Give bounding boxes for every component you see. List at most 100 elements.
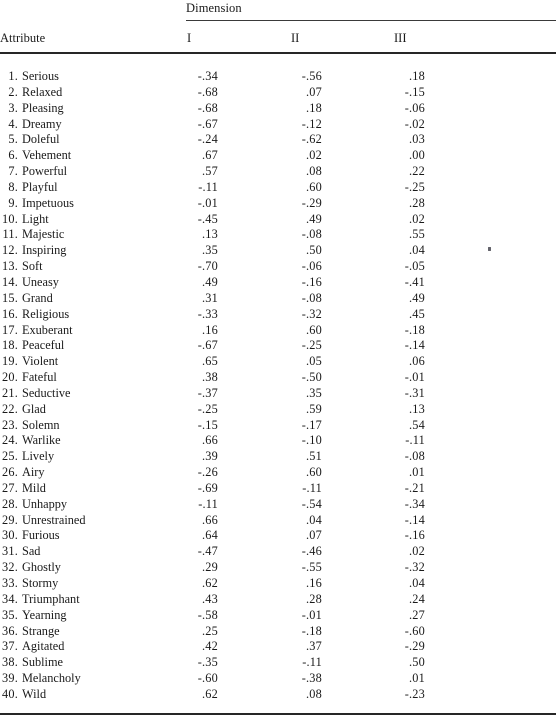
- loading-value-dim-3: .24: [409, 591, 425, 606]
- table-row: 9. Impetuous -.01 -.29 .28: [0, 196, 556, 212]
- loading-value-dim-3: .27: [409, 607, 425, 622]
- loading-value-dim-1: .25: [202, 623, 218, 638]
- loading-value-dim-1: -.67: [197, 338, 218, 353]
- loading-value-dim-1: .29: [202, 560, 218, 575]
- loading-value-dim-1: -.33: [197, 306, 218, 321]
- table-row: 21. Seductive -.37 .35 -.31: [0, 386, 556, 402]
- loading-value-dim-3: .01: [409, 465, 425, 480]
- loading-value-dim-1: -.24: [197, 132, 218, 147]
- table-row: 29. Unrestrained .66 .04 -.14: [0, 513, 556, 529]
- row-index: 39.: [2, 671, 18, 686]
- loading-value-dim-1: -.69: [197, 480, 218, 495]
- loading-value-dim-3: -.08: [404, 449, 425, 464]
- loading-value-dim-2: .05: [306, 354, 322, 369]
- loading-value-dim-1: -.47: [197, 544, 218, 559]
- loading-value-dim-3: .45: [409, 306, 425, 321]
- attribute-label: Uneasy: [22, 274, 59, 289]
- row-index: 30.: [2, 528, 18, 543]
- table-row: 1. Serious -.34 -.56 .18: [0, 69, 556, 85]
- loading-value-dim-1: .13: [202, 227, 218, 242]
- attribute-label: Majestic: [22, 227, 65, 242]
- table-row: 14. Uneasy .49 -.16 -.41: [0, 275, 556, 291]
- loading-value-dim-1: -.34: [197, 69, 218, 83]
- loading-value-dim-2: -.25: [301, 338, 322, 353]
- table-row: 26. Airy -.26 .60 .01: [0, 465, 556, 481]
- loading-value-dim-2: -.06: [301, 259, 322, 274]
- loading-value-dim-2: -.38: [301, 671, 322, 686]
- attribute-label: Solemn: [22, 417, 60, 432]
- attribute-label: Exuberant: [22, 322, 73, 337]
- table-row: 37. Agitated .42 .37 -.29: [0, 639, 556, 655]
- loading-value-dim-1: -.26: [197, 465, 218, 480]
- loading-value-dim-1: .42: [202, 639, 218, 654]
- loading-value-dim-1: -.68: [197, 84, 218, 99]
- loading-value-dim-3: .18: [409, 69, 425, 83]
- table-row: 19. Violent .65 .05 .06: [0, 354, 556, 370]
- attribute-label: Doleful: [22, 132, 60, 147]
- loading-value-dim-1: -.11: [198, 496, 218, 511]
- table-row: 20. Fateful .38 -.50 -.01: [0, 370, 556, 386]
- row-index: 6.: [8, 148, 18, 163]
- table-row: 36. Strange .25 -.18 -.60: [0, 624, 556, 640]
- loading-value-dim-1: .49: [202, 274, 218, 289]
- loading-value-dim-1: -.67: [197, 116, 218, 131]
- table-row: 17. Exuberant .16 .60 -.18: [0, 323, 556, 339]
- loading-value-dim-1: -.58: [197, 607, 218, 622]
- loading-value-dim-1: .39: [202, 449, 218, 464]
- table-row: 11. Majestic .13 -.08 .55: [0, 227, 556, 243]
- loading-value-dim-3: -.14: [404, 512, 425, 527]
- loading-value-dim-3: .00: [409, 148, 425, 163]
- row-index: 24.: [2, 433, 18, 448]
- loading-value-dim-3: .04: [409, 243, 425, 258]
- row-index: 29.: [2, 512, 18, 527]
- attribute-label: Violent: [22, 354, 59, 369]
- table-row: 24. Warlike .66 -.10 -.11: [0, 433, 556, 449]
- loading-value-dim-2: -.08: [301, 227, 322, 242]
- bottom-rule: [0, 713, 556, 715]
- loading-value-dim-1: -.68: [197, 100, 218, 115]
- row-index: 13.: [2, 259, 18, 274]
- loading-value-dim-2: .50: [306, 243, 322, 258]
- loading-value-dim-3: -.23: [404, 686, 425, 701]
- attribute-label: Unrestrained: [22, 512, 86, 527]
- loading-value-dim-2: .28: [306, 591, 322, 606]
- row-index: 38.: [2, 655, 18, 670]
- loading-value-dim-1: -.25: [197, 401, 218, 416]
- table-row: 31. Sad -.47 -.46 .02: [0, 544, 556, 560]
- table-row: 13. Soft -.70 -.06 -.05: [0, 259, 556, 275]
- row-index: 19.: [2, 354, 18, 369]
- row-index: 7.: [8, 164, 18, 179]
- row-index: 2.: [8, 84, 18, 99]
- row-index: 11.: [2, 227, 18, 242]
- loading-value-dim-2: .18: [306, 100, 322, 115]
- loading-value-dim-2: .60: [306, 322, 322, 337]
- loading-value-dim-2: -.56: [301, 69, 322, 83]
- attribute-label: Vehement: [22, 148, 72, 163]
- table-row: 25. Lively .39 .51 -.08: [0, 449, 556, 465]
- attribute-label: Serious: [22, 69, 59, 83]
- loading-value-dim-2: -.08: [301, 290, 322, 305]
- table-row: 40. Wild .62 .08 -.23: [0, 687, 556, 703]
- attribute-label: Unhappy: [22, 496, 68, 511]
- row-index: 26.: [2, 465, 18, 480]
- attribute-label: Warlike: [22, 433, 61, 448]
- loading-value-dim-2: -.16: [301, 274, 322, 289]
- loading-value-dim-3: -.14: [404, 338, 425, 353]
- loading-value-dim-2: .04: [306, 512, 322, 527]
- loading-value-dim-3: .50: [409, 655, 425, 670]
- loading-value-dim-2: -.01: [301, 607, 322, 622]
- loading-value-dim-1: -.35: [197, 655, 218, 670]
- loading-value-dim-3: -.01: [404, 370, 425, 385]
- attribute-label: Sad: [22, 544, 41, 559]
- table-row: 18. Peaceful -.67 -.25 -.14: [0, 338, 556, 354]
- row-index: 14.: [2, 274, 18, 289]
- table-row: 6. Vehement .67 .02 .00: [0, 148, 556, 164]
- loading-value-dim-3: -.34: [404, 496, 425, 511]
- attribute-label: Furious: [22, 528, 60, 543]
- loading-value-dim-1: .57: [202, 164, 218, 179]
- loading-value-dim-3: .03: [409, 132, 425, 147]
- table-row: 38. Sublime -.35 -.11 .50: [0, 655, 556, 671]
- row-index: 12.: [2, 243, 18, 258]
- table-row: 10. Light -.45 .49 .02: [0, 212, 556, 228]
- loading-value-dim-2: -.32: [301, 306, 322, 321]
